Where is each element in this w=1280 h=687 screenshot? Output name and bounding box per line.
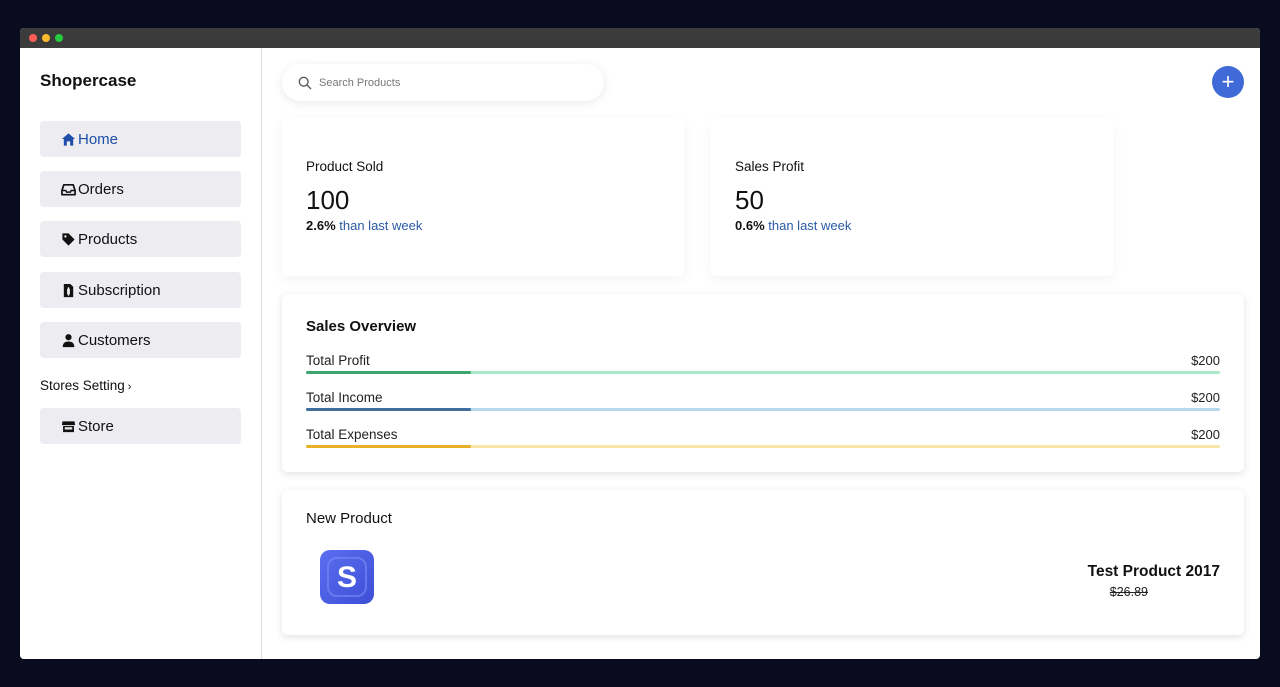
progress-fill <box>306 445 471 448</box>
section-label-text: Stores Setting <box>40 378 125 393</box>
stat-value: 50 <box>735 185 764 215</box>
stat-delta: 0.6% than last week <box>735 218 851 233</box>
search-input[interactable] <box>319 76 579 89</box>
stores-setting-section[interactable]: Stores Setting › <box>40 378 131 393</box>
sidebar-item-label: Products <box>78 230 138 248</box>
sidebar-item-subscription[interactable]: Subscription <box>40 272 241 308</box>
plus-icon: + <box>1221 69 1235 94</box>
chevron-right-icon: › <box>127 381 132 393</box>
stat-delta-text: than last week <box>339 218 423 233</box>
store-icon <box>60 418 76 434</box>
minimize-window-button[interactable] <box>42 34 50 42</box>
progress-track <box>306 408 1220 411</box>
new-product-card: New Product S Test Product 2017 $26.89 <box>282 490 1244 635</box>
brand-title: Shopercase <box>40 71 137 90</box>
overview-row-total-income: Total Income $200 <box>306 390 1220 420</box>
add-button[interactable]: + <box>1212 66 1244 98</box>
product-logo-letter: S <box>337 561 357 594</box>
inbox-icon <box>60 181 76 197</box>
product-price: $26.89 <box>1109 585 1148 599</box>
sidebar-item-label: Subscription <box>78 281 161 299</box>
progress-fill <box>306 408 471 411</box>
sidebar: Shopercase Home Orders Products Subscrip… <box>20 48 262 659</box>
progress-fill <box>306 371 471 374</box>
row-amount: $200 <box>1191 390 1220 405</box>
sidebar-item-label: Orders <box>78 180 124 198</box>
sales-overview-card: Sales Overview Total Profit $200 Total I… <box>282 294 1244 472</box>
stat-value: 100 <box>306 185 350 215</box>
row-amount: $200 <box>1191 427 1220 442</box>
close-window-button[interactable] <box>29 34 37 42</box>
sidebar-item-home[interactable]: Home <box>40 121 241 157</box>
sidebar-item-store[interactable]: Store <box>40 408 241 444</box>
row-label: Total Expenses <box>306 427 398 442</box>
sidebar-item-orders[interactable]: Orders <box>40 171 241 207</box>
product-logo[interactable]: S <box>320 550 374 604</box>
progress-track <box>306 445 1220 448</box>
row-label: Total Profit <box>306 353 370 368</box>
stat-card-sales-profit: Sales Profit 50 0.6% than last week <box>711 118 1113 276</box>
stat-delta-percent: 2.6% <box>306 218 336 233</box>
stat-delta: 2.6% than last week <box>306 218 422 233</box>
tag-icon <box>60 231 76 247</box>
sidebar-item-label: Store <box>78 417 114 435</box>
product-name[interactable]: Test Product 2017 <box>1088 563 1220 581</box>
user-icon <box>60 332 76 348</box>
search-bar[interactable] <box>282 64 604 101</box>
sidebar-item-customers[interactable]: Customers <box>40 322 241 358</box>
product-logo-icon: S <box>327 557 367 597</box>
sidebar-item-label: Customers <box>78 331 151 349</box>
home-icon <box>60 131 76 147</box>
maximize-window-button[interactable] <box>55 34 63 42</box>
stat-label: Sales Profit <box>735 159 805 174</box>
new-product-title: New Product <box>306 510 392 527</box>
search-icon <box>298 76 312 89</box>
stat-card-product-sold: Product Sold 100 2.6% than last week <box>282 118 684 276</box>
stat-delta-percent: 0.6% <box>735 218 765 233</box>
sidebar-item-label: Home <box>78 130 119 148</box>
row-label: Total Income <box>306 390 383 405</box>
sales-overview-title: Sales Overview <box>306 318 417 335</box>
row-amount: $200 <box>1191 353 1220 368</box>
overview-row-total-profit: Total Profit $200 <box>306 353 1220 383</box>
progress-track <box>306 371 1220 374</box>
file-invoice-icon <box>60 282 76 298</box>
stat-delta-text: than last week <box>768 218 852 233</box>
app-window: Shopercase Home Orders Products Subscrip… <box>20 28 1260 659</box>
stat-label: Product Sold <box>306 159 384 174</box>
overview-row-total-expenses: Total Expenses $200 <box>306 427 1220 457</box>
window-titlebar <box>20 28 1260 48</box>
sidebar-item-products[interactable]: Products <box>40 221 241 257</box>
